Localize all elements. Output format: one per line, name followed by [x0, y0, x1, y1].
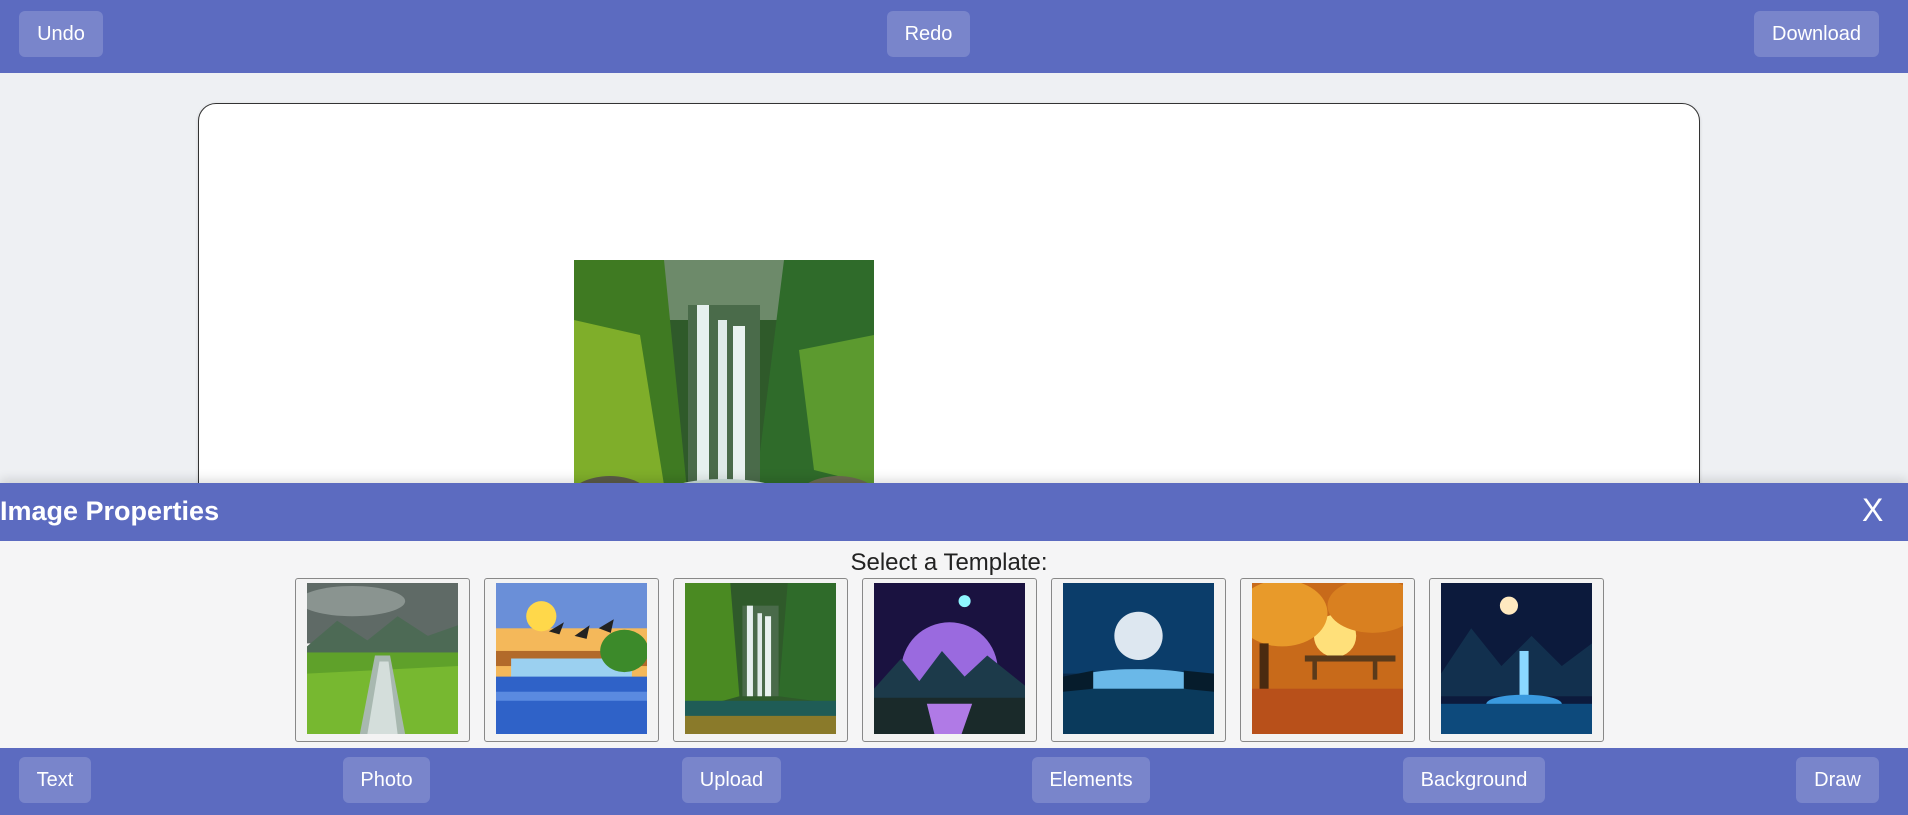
panel-header: Image Properties X [0, 483, 1908, 541]
text-tool-button[interactable]: Text [19, 757, 91, 803]
template-thumb-night-waterfall[interactable] [1429, 578, 1604, 742]
bottom-toolbar: Text Photo Upload Elements Background Dr… [0, 748, 1908, 815]
elements-tool-button[interactable]: Elements [1032, 757, 1150, 803]
photo-tool-button[interactable]: Photo [343, 757, 430, 803]
template-image [1441, 583, 1592, 734]
panel-title: Image Properties [0, 496, 220, 526]
template-label: Select a Template: [850, 549, 1048, 576]
template-thumb-cosmic-lake[interactable] [862, 578, 1037, 742]
template-image [1063, 583, 1214, 734]
upload-tool-button[interactable]: Upload [682, 757, 781, 803]
template-image [685, 583, 836, 734]
template-thumb-jungle-waterfall[interactable] [673, 578, 848, 742]
template-image [496, 583, 647, 734]
template-thumb-moonlit-sea[interactable] [1051, 578, 1226, 742]
design-canvas[interactable] [198, 103, 1700, 523]
redo-button[interactable]: Redo [887, 11, 970, 57]
template-thumb-rice-field[interactable] [295, 578, 470, 742]
template-thumb-autumn-bridge[interactable] [1240, 578, 1415, 742]
template-image [307, 583, 458, 734]
template-image [874, 583, 1025, 734]
template-thumb-waterfall-painting[interactable] [484, 578, 659, 742]
top-toolbar: Undo Redo Download [0, 0, 1908, 73]
background-tool-button[interactable]: Background [1403, 757, 1545, 803]
download-button[interactable]: Download [1754, 11, 1879, 57]
close-button[interactable]: X [1862, 492, 1883, 529]
image-properties-panel: Image Properties X Select a Template: [0, 483, 1908, 748]
template-image [1252, 583, 1403, 734]
draw-tool-button[interactable]: Draw [1796, 757, 1879, 803]
undo-button[interactable]: Undo [19, 11, 103, 57]
